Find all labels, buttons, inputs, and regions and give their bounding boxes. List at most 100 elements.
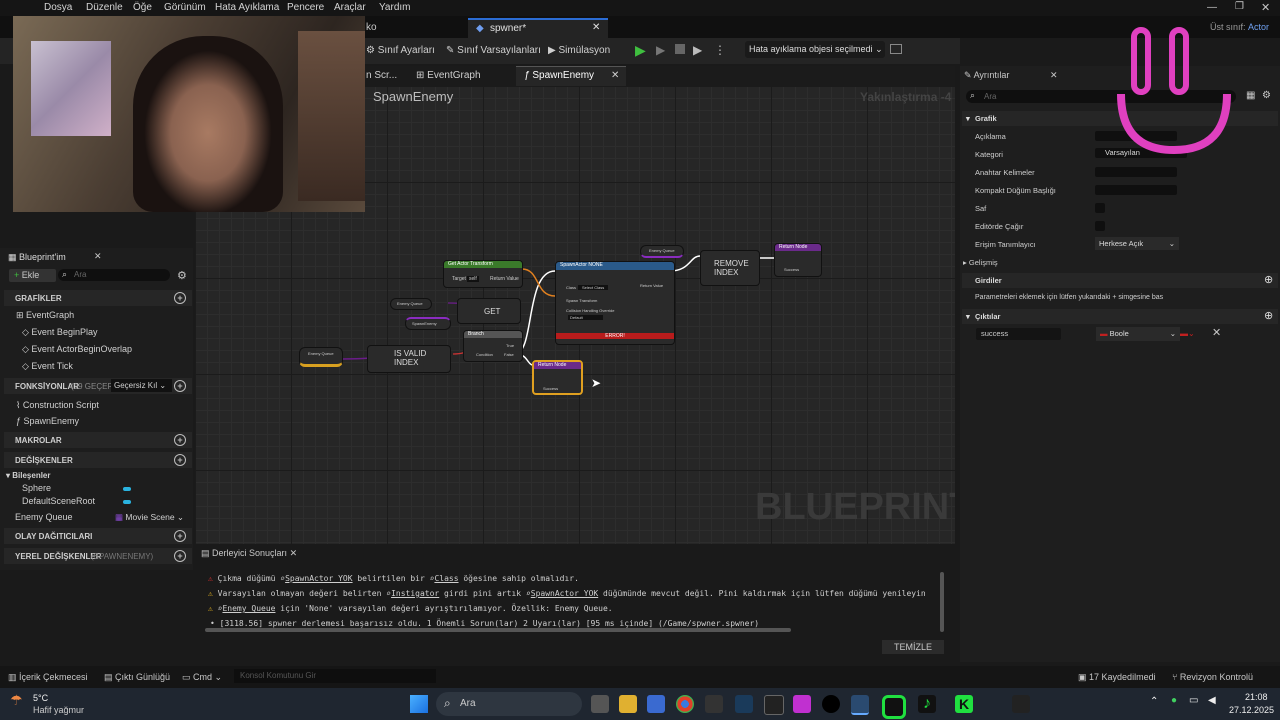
pin-condition[interactable]: Condition (476, 352, 493, 357)
keywords-input[interactable] (1095, 167, 1177, 177)
steam-active-icon[interactable] (851, 695, 869, 715)
menu-asset[interactable]: Öğe (133, 2, 152, 13)
doc-tab-partial[interactable]: ko (366, 22, 377, 33)
section-event-dispatchers[interactable]: OLAY DAĞITICILARI + (4, 528, 192, 544)
horizontal-scrollbar[interactable] (205, 628, 791, 632)
simulation-button[interactable]: ▶ Simülasyon (548, 45, 610, 56)
node-get[interactable]: GET (457, 298, 521, 324)
section-inputs[interactable]: Girdiler ⊕ (962, 273, 1278, 288)
epic-games-icon[interactable] (764, 695, 784, 715)
tray-chevron-icon[interactable]: ⌃ (1150, 696, 1158, 707)
pin-link[interactable]: Instigator (391, 589, 439, 598)
settings-gear-icon[interactable]: ⚙ (1262, 90, 1271, 101)
section-graphs[interactable]: GRAFİKLER + (4, 290, 192, 306)
section-variables[interactable]: DEĞİŞKENLER + (4, 452, 192, 468)
function-spawnenemy[interactable]: ƒ SpawnEnemy (16, 416, 79, 426)
menu-view[interactable]: Görünüm (164, 2, 206, 13)
event-tick[interactable]: ◇ Event Tick (22, 361, 73, 372)
node-get-actor-transform[interactable]: Get Actor Transform Target self Return V… (443, 260, 523, 288)
event-beginplay[interactable]: ◇ Event BeginPlay (22, 327, 97, 338)
output-type-dropdown[interactable]: ▬ Boole ⌄ (1096, 327, 1180, 341)
section-local-variables[interactable]: YEREL DEĞİŞKENLER (SPAWNENEMY) + (4, 548, 192, 564)
access-specifier-dropdown[interactable]: Herkese Açık ⌄ (1095, 237, 1179, 250)
section-macros[interactable]: MAKROLAR + (4, 432, 192, 448)
close-tab-icon[interactable]: ✕ (592, 22, 600, 33)
menu-file[interactable]: Dosya (44, 2, 72, 13)
x-icon[interactable] (1012, 695, 1030, 713)
table-view-icon[interactable]: ▦ (1246, 90, 1255, 101)
weather-icon[interactable]: ☂ (10, 692, 23, 709)
close-details-icon[interactable]: ✕ (1050, 70, 1058, 81)
collision-select[interactable]: Default (568, 315, 603, 320)
microphone-icon[interactable]: ● (1171, 695, 1177, 706)
step-icon[interactable]: ▶ (656, 43, 665, 57)
volume-icon[interactable]: ◀ (1208, 695, 1216, 706)
component-defaultsceneroot[interactable]: DefaultSceneRoot (22, 496, 95, 506)
node-is-valid-index[interactable]: IS VALID INDEX (367, 345, 451, 373)
output-log-button[interactable]: ▤ Çıktı Günlüğü (104, 672, 170, 683)
clock-time[interactable]: 21:08 (1245, 692, 1268, 702)
menu-help[interactable]: Yardım (379, 2, 411, 13)
node-spawnenemy-var[interactable]: SpawnEnemy (405, 317, 451, 330)
class-defaults-button[interactable]: ✎ Sınıf Varsayılanları (446, 45, 541, 56)
node-link[interactable]: SpawnActor YOK (531, 589, 598, 598)
pure-checkbox[interactable] (1095, 203, 1105, 213)
node-link[interactable]: SpawnActor YOK (285, 574, 352, 583)
unreal-engine-icon[interactable] (822, 695, 840, 713)
stop-icon[interactable] (675, 44, 685, 54)
compiler-tab[interactable]: ▤ Derleyici Sonuçları ✕ (201, 548, 297, 559)
class-select[interactable]: Select Class (578, 285, 609, 290)
pin-spawn-transform[interactable]: Spawn Transform (566, 298, 597, 303)
node-remove-index[interactable]: REMOVE INDEX (700, 250, 760, 286)
instagram-icon[interactable] (882, 695, 906, 719)
menu-edit[interactable]: Düzenle (86, 2, 123, 13)
menu-window[interactable]: Pencere (287, 2, 324, 13)
add-local-variable-icon[interactable]: + (174, 550, 186, 562)
variable-link[interactable]: Enemy Queue (222, 604, 275, 613)
node-spawnactor[interactable]: SpawnActor NONE Class Select Class Retur… (555, 261, 675, 345)
network-icon[interactable]: ▭ (1189, 695, 1198, 706)
pin-link[interactable]: Class (434, 574, 458, 583)
pin-return-value[interactable]: Return Value (640, 283, 663, 288)
section-functions[interactable]: FONKSİYONLAR (19 GEÇERSİ Geçersiz Kıl ⌄ … (4, 378, 192, 394)
node-return-right[interactable]: Return Node Success (774, 243, 822, 277)
windows-start-icon[interactable] (410, 695, 428, 713)
compact-title-input[interactable] (1095, 185, 1177, 195)
close-compiler-icon[interactable]: ✕ (290, 548, 298, 558)
details-tab[interactable]: ✎ Ayrıntılar (964, 70, 1009, 81)
maximize-icon[interactable]: ❐ (1235, 1, 1244, 12)
parent-class-link[interactable]: Actor (1248, 22, 1269, 32)
add-graph-icon[interactable]: + (174, 292, 186, 304)
pin-success[interactable]: Success (784, 267, 799, 272)
pin-true[interactable]: True (506, 343, 514, 348)
store-icon[interactable] (647, 695, 665, 713)
add-output-icon[interactable]: ⊕ (1264, 309, 1273, 322)
event-actorbeginoverlap[interactable]: ◇ Event ActorBeginOverlap (22, 344, 132, 355)
node-enemy-queue-left[interactable]: Enemy Queue (299, 347, 343, 367)
eject-icon[interactable]: ▶ (693, 43, 702, 57)
add-function-icon[interactable]: + (174, 380, 186, 392)
debug-object-select[interactable]: Hata ayıklama objesi seçilmedi ⌄ (745, 41, 885, 58)
vertical-scrollbar[interactable] (940, 572, 944, 632)
add-macro-icon[interactable]: + (174, 434, 186, 446)
cmd-dropdown[interactable]: ▭ Cmd ⌄ (182, 672, 222, 683)
clear-button[interactable]: TEMİZLE (882, 640, 944, 654)
clock-date[interactable]: 27.12.2025 (1229, 705, 1274, 715)
pin-return-value[interactable]: Return Value (490, 276, 519, 282)
discord-icon[interactable] (705, 695, 723, 713)
file-explorer-icon[interactable] (619, 695, 637, 713)
chrome-icon[interactable] (676, 695, 694, 713)
class-settings-button[interactable]: ⚙ Sınıf Ayarları (366, 45, 435, 56)
section-outputs[interactable]: ▾ Çıktılar ⊕ (962, 309, 1278, 324)
my-blueprint-tab[interactable]: ▦ Blueprint'im (8, 252, 66, 263)
search-input[interactable]: ⌕ Ara (58, 269, 170, 281)
components-header[interactable]: ▾ Bileşenler (6, 471, 51, 480)
override-dropdown[interactable]: Geçersiz Kıl ⌄ (111, 379, 172, 392)
graph-item-eventgraph[interactable]: ⊞ EventGraph (16, 310, 74, 321)
variable-type[interactable]: ▦ Movie Scene ⌄ (115, 512, 184, 523)
node-return-selected[interactable]: Return Node Success (532, 360, 583, 395)
pin-collision[interactable]: Collision Handling Override (566, 308, 614, 313)
add-button[interactable]: + Ekle (9, 269, 56, 282)
revision-control-button[interactable]: ⑂ Revizyon Kontrolü (1172, 672, 1253, 682)
minimize-icon[interactable]: — (1207, 2, 1217, 13)
